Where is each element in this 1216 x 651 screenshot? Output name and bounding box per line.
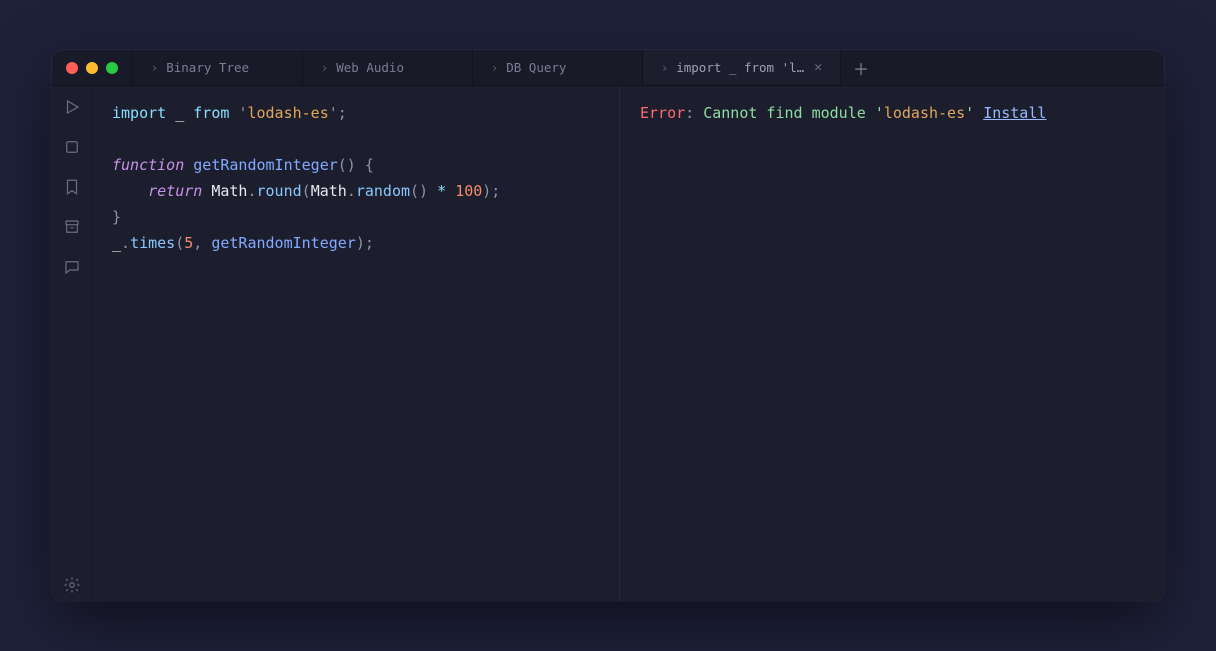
tab-label: import _ from 'lodash-e… [676, 60, 806, 75]
code-editor[interactable]: import _ from 'lodash-es'; function getR… [92, 86, 620, 601]
sidebar [52, 86, 92, 601]
maximize-window-button[interactable] [106, 62, 118, 74]
tab-binary-tree[interactable]: › Binary Tree [133, 50, 303, 85]
close: ); [356, 234, 374, 252]
minimize-window-button[interactable] [86, 62, 98, 74]
window-controls [52, 50, 133, 85]
tab-web-audio[interactable]: › Web Audio [303, 50, 473, 85]
quote: ' [329, 104, 338, 122]
error-label: Error [640, 104, 685, 122]
fn-name: getRandomInteger [193, 156, 338, 174]
parens: () [338, 156, 356, 174]
tab-label: Web Audio [336, 60, 404, 75]
chevron-right-icon: › [661, 61, 668, 75]
settings-icon[interactable] [63, 583, 81, 601]
paren: ( [302, 182, 311, 200]
underscore: _ [175, 104, 184, 122]
ident-math: Math [311, 182, 347, 200]
tab-bar: › Binary Tree › Web Audio › DB Query › i… [133, 50, 1164, 85]
num-5: 5 [184, 234, 193, 252]
method-random: random [356, 182, 410, 200]
underscore: _ [112, 234, 121, 252]
install-link[interactable]: Install [983, 104, 1046, 122]
kw-return: return [148, 182, 202, 200]
close-window-button[interactable] [66, 62, 78, 74]
bookmark-icon[interactable] [63, 178, 81, 196]
dot: . [247, 182, 256, 200]
tab-label: Binary Tree [166, 60, 249, 75]
new-tab-button[interactable]: ＋ [841, 50, 881, 85]
close: ); [482, 182, 500, 200]
kw-function: function [112, 156, 184, 174]
dot: . [121, 234, 130, 252]
op-mul: * [428, 182, 455, 200]
missing-module: lodash-es [884, 104, 965, 122]
fn-ref: getRandomInteger [211, 234, 356, 252]
quote: ' [965, 104, 974, 122]
app-window: › Binary Tree › Web Audio › DB Query › i… [52, 50, 1164, 601]
chevron-right-icon: › [321, 61, 328, 75]
output-panel: Error: Cannot find module 'lodash-es' In… [620, 86, 1164, 601]
num-100: 100 [455, 182, 482, 200]
run-icon[interactable] [63, 98, 81, 116]
call: () [410, 182, 428, 200]
archive-icon[interactable] [63, 218, 81, 236]
brace-close: } [112, 208, 121, 226]
stop-icon[interactable] [63, 138, 81, 156]
quote: ' [875, 104, 884, 122]
editor-pane: import _ from 'lodash-es'; function getR… [92, 86, 1164, 601]
semi: ; [338, 104, 347, 122]
kw-from: from [193, 104, 229, 122]
package-name: lodash-es [247, 104, 328, 122]
indent [112, 182, 148, 200]
ident-math: Math [211, 182, 247, 200]
dot: . [347, 182, 356, 200]
comma: , [193, 234, 211, 252]
paren: ( [175, 234, 184, 252]
tab-import-lodash[interactable]: › import _ from 'lodash-e… ✕ [643, 50, 841, 85]
brace: { [356, 156, 374, 174]
tab-db-query[interactable]: › DB Query [473, 50, 643, 85]
chat-icon[interactable] [63, 258, 81, 276]
colon: : [685, 104, 703, 122]
chevron-right-icon: › [151, 61, 158, 75]
tab-label: DB Query [506, 60, 566, 75]
main-area: import _ from 'lodash-es'; function getR… [52, 86, 1164, 601]
titlebar: › Binary Tree › Web Audio › DB Query › i… [52, 50, 1164, 86]
error-message: Cannot find module [703, 104, 875, 122]
method-round: round [257, 182, 302, 200]
kw-import: import [112, 104, 166, 122]
plus-icon: ＋ [853, 56, 869, 80]
method-times: times [130, 234, 175, 252]
chevron-right-icon: › [491, 61, 498, 75]
close-tab-icon[interactable]: ✕ [814, 60, 822, 75]
